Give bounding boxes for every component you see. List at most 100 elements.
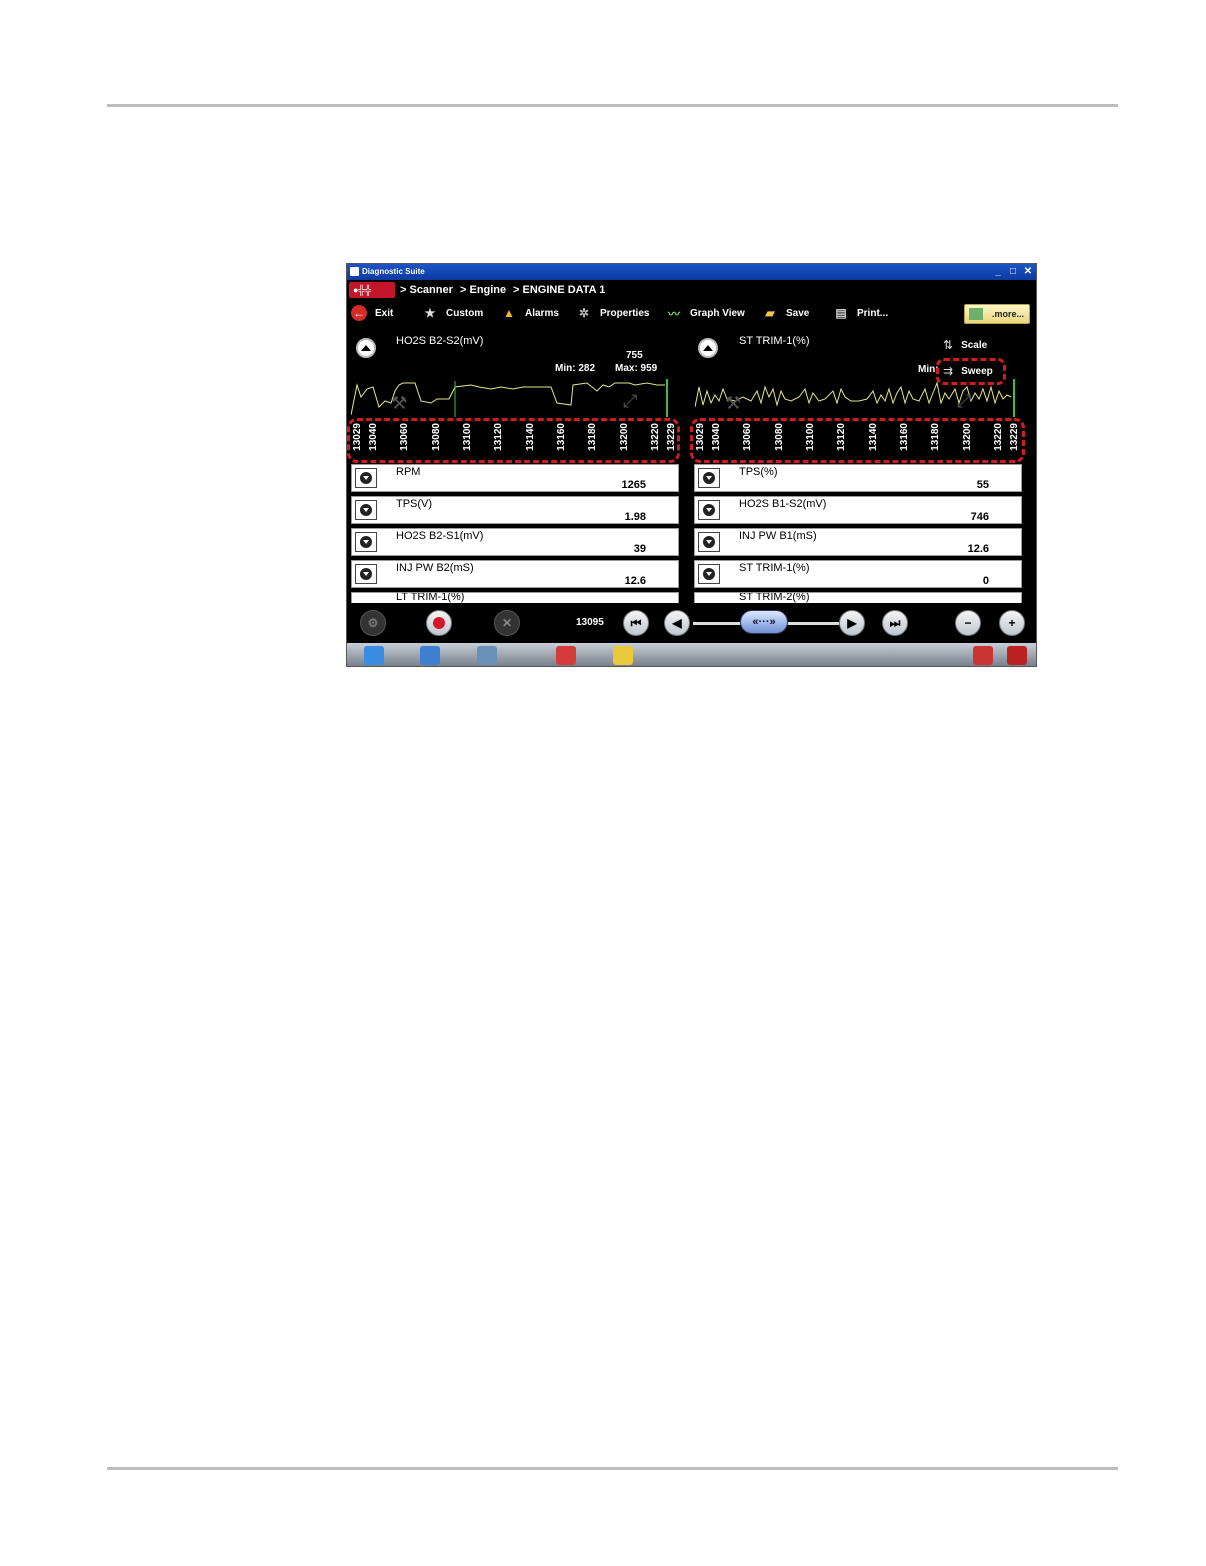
list-item[interactable]: TPS(%) 55: [694, 464, 1022, 492]
folder-icon: ▰: [765, 306, 775, 320]
graph-right-title: ST TRIM-1(%): [739, 335, 810, 347]
expand-row-button[interactable]: [698, 500, 720, 520]
playback-slider-thumb[interactable]: «···»: [740, 610, 788, 634]
close-button[interactable]: ✕: [1021, 265, 1035, 278]
frame-counter: 13095: [576, 617, 604, 628]
scanner-logo-icon[interactable]: ●╬╬: [349, 282, 395, 298]
graph-left-max: Max: 959: [615, 363, 658, 374]
maximize-button[interactable]: □: [1006, 265, 1020, 278]
pid-name: ST TRIM-1(%): [739, 562, 810, 574]
pid-name: INJ PW B1(mS): [739, 530, 817, 542]
list-item[interactable]: HO2S B2-S1(mV) 39: [351, 528, 679, 556]
pid-value: 55: [976, 479, 989, 491]
print-label: Print...: [857, 307, 889, 319]
properties-label: Properties: [600, 307, 650, 319]
exit-label: Exit: [375, 307, 394, 319]
expand-row-button[interactable]: [355, 564, 377, 584]
pid-name: HO2S B2-S1(mV): [396, 530, 484, 542]
expand-row-button[interactable]: [698, 468, 720, 488]
exit-arrow-icon: ←: [351, 305, 367, 321]
pid-name: INJ PW B2(mS): [396, 562, 474, 574]
pid-value: 0: [982, 575, 989, 587]
step-back-button[interactable]: ◀: [664, 610, 690, 636]
step-back-icon: ◀: [672, 616, 682, 630]
minimize-button[interactable]: _: [991, 265, 1005, 278]
save-button[interactable]: ▰ Save: [762, 304, 809, 322]
scanner-icon[interactable]: [420, 646, 440, 665]
breadcrumb-engine-data[interactable]: > ENGINE DATA 1: [513, 284, 605, 296]
breadcrumb-engine[interactable]: > Engine: [460, 284, 506, 296]
record-button[interactable]: [426, 610, 452, 636]
chevron-down-icon: [703, 568, 715, 580]
expand-row-button[interactable]: [698, 532, 720, 552]
pid-value: 1.98: [624, 511, 646, 523]
breadcrumb-scanner[interactable]: > Scanner: [400, 284, 453, 296]
expand-row-button[interactable]: [355, 468, 377, 488]
skip-end-button[interactable]: ⏭: [882, 610, 908, 636]
step-forward-button[interactable]: ▶: [839, 610, 865, 636]
print-button[interactable]: ▤ Print...: [833, 304, 888, 322]
pid-value: 746: [970, 511, 989, 523]
gear-icon[interactable]: ⚙: [360, 610, 386, 636]
data-folder-icon[interactable]: [613, 646, 633, 665]
pid-value: 12.6: [967, 543, 989, 555]
graph-left-current-value: 755: [626, 350, 643, 361]
list-item[interactable]: RPM 1265: [351, 464, 679, 492]
guided-component-icon[interactable]: [477, 646, 497, 665]
zoom-in-button[interactable]: +: [999, 610, 1025, 636]
chevron-down-icon: [360, 472, 372, 484]
expand-row-button[interactable]: [355, 532, 377, 552]
highlight-left-axis: [347, 418, 680, 463]
properties-button[interactable]: ✲ Properties: [576, 304, 650, 322]
diagnostic-suite-window: Diagnostic Suite _ □ ✕ ●╬╬ > Scanner > E…: [346, 263, 1037, 667]
custom-button[interactable]: ★ Custom: [422, 304, 484, 322]
expand-row-button[interactable]: [355, 500, 377, 520]
graph-left-plot: ⚒ ⤢: [351, 379, 668, 417]
scale-button[interactable]: ⇅ Scale: [943, 338, 987, 352]
vehicle-icon[interactable]: [556, 646, 576, 665]
home-icon[interactable]: [364, 646, 384, 665]
graph-view-button[interactable]: 〰 Graph View: [666, 304, 745, 322]
chevron-down-icon: [360, 536, 372, 548]
list-item[interactable]: INJ PW B1(mS) 12.6: [694, 528, 1022, 556]
list-item[interactable]: TPS(V) 1.98: [351, 496, 679, 524]
page-rule-bottom: [107, 1467, 1118, 1470]
help-icon[interactable]: [973, 646, 993, 665]
window-title: Diagnostic Suite: [362, 267, 425, 276]
alarms-button[interactable]: ▲ Alarms: [501, 304, 559, 322]
more-label: .more...: [991, 309, 1024, 319]
more-icon: [969, 308, 983, 320]
playback-controls: ⚙ ✕ 13095 ⏮ ◀ «···» ▶ ⏭ − +: [347, 603, 1036, 643]
star-icon: ★: [424, 306, 436, 320]
custom-label: Custom: [446, 307, 484, 319]
chevron-down-icon: [360, 568, 372, 580]
pid-value: 1265: [621, 479, 646, 491]
graph-icon: 〰: [667, 306, 680, 321]
graph-right-plot: ⚒ ⤢: [695, 379, 1015, 417]
toolbar: ← Exit ★ Custom ▲ Alarms ✲ Properties 〰 …: [347, 300, 1036, 326]
collapse-graph-right-button[interactable]: [698, 338, 718, 358]
exit-button[interactable]: ← Exit: [351, 304, 393, 322]
more-button[interactable]: .more...: [964, 304, 1030, 324]
skip-start-button[interactable]: ⏮: [623, 610, 649, 636]
tools-tray-icon[interactable]: [1007, 646, 1027, 665]
zoom-out-icon: −: [964, 616, 972, 630]
tools-icon[interactable]: ✕: [494, 610, 520, 636]
bell-icon: ▲: [503, 306, 515, 320]
wrench-icon-right: ⚒: [725, 393, 741, 413]
zoom-out-button[interactable]: −: [955, 610, 981, 636]
list-item[interactable]: HO2S B1-S2(mV) 746: [694, 496, 1022, 524]
pid-name: RPM: [396, 466, 421, 478]
graph-left-min: Min: 282: [555, 363, 596, 374]
chevron-down-icon: [703, 536, 715, 548]
list-item[interactable]: ST TRIM-1(%) 0: [694, 560, 1022, 588]
expand-row-button[interactable]: [698, 564, 720, 584]
list-item[interactable]: INJ PW B2(mS) 12.6: [351, 560, 679, 588]
collapse-graph-left-button[interactable]: [356, 338, 376, 358]
partial-row-right-label: ST TRIM-2(%): [739, 592, 810, 603]
skip-start-icon: ⏮: [630, 615, 642, 630]
zoom-in-icon: +: [1008, 616, 1016, 630]
expand-icon-left: ⤢: [623, 391, 638, 411]
chevron-down-icon: [703, 472, 715, 484]
printer-icon: ▤: [835, 306, 847, 320]
